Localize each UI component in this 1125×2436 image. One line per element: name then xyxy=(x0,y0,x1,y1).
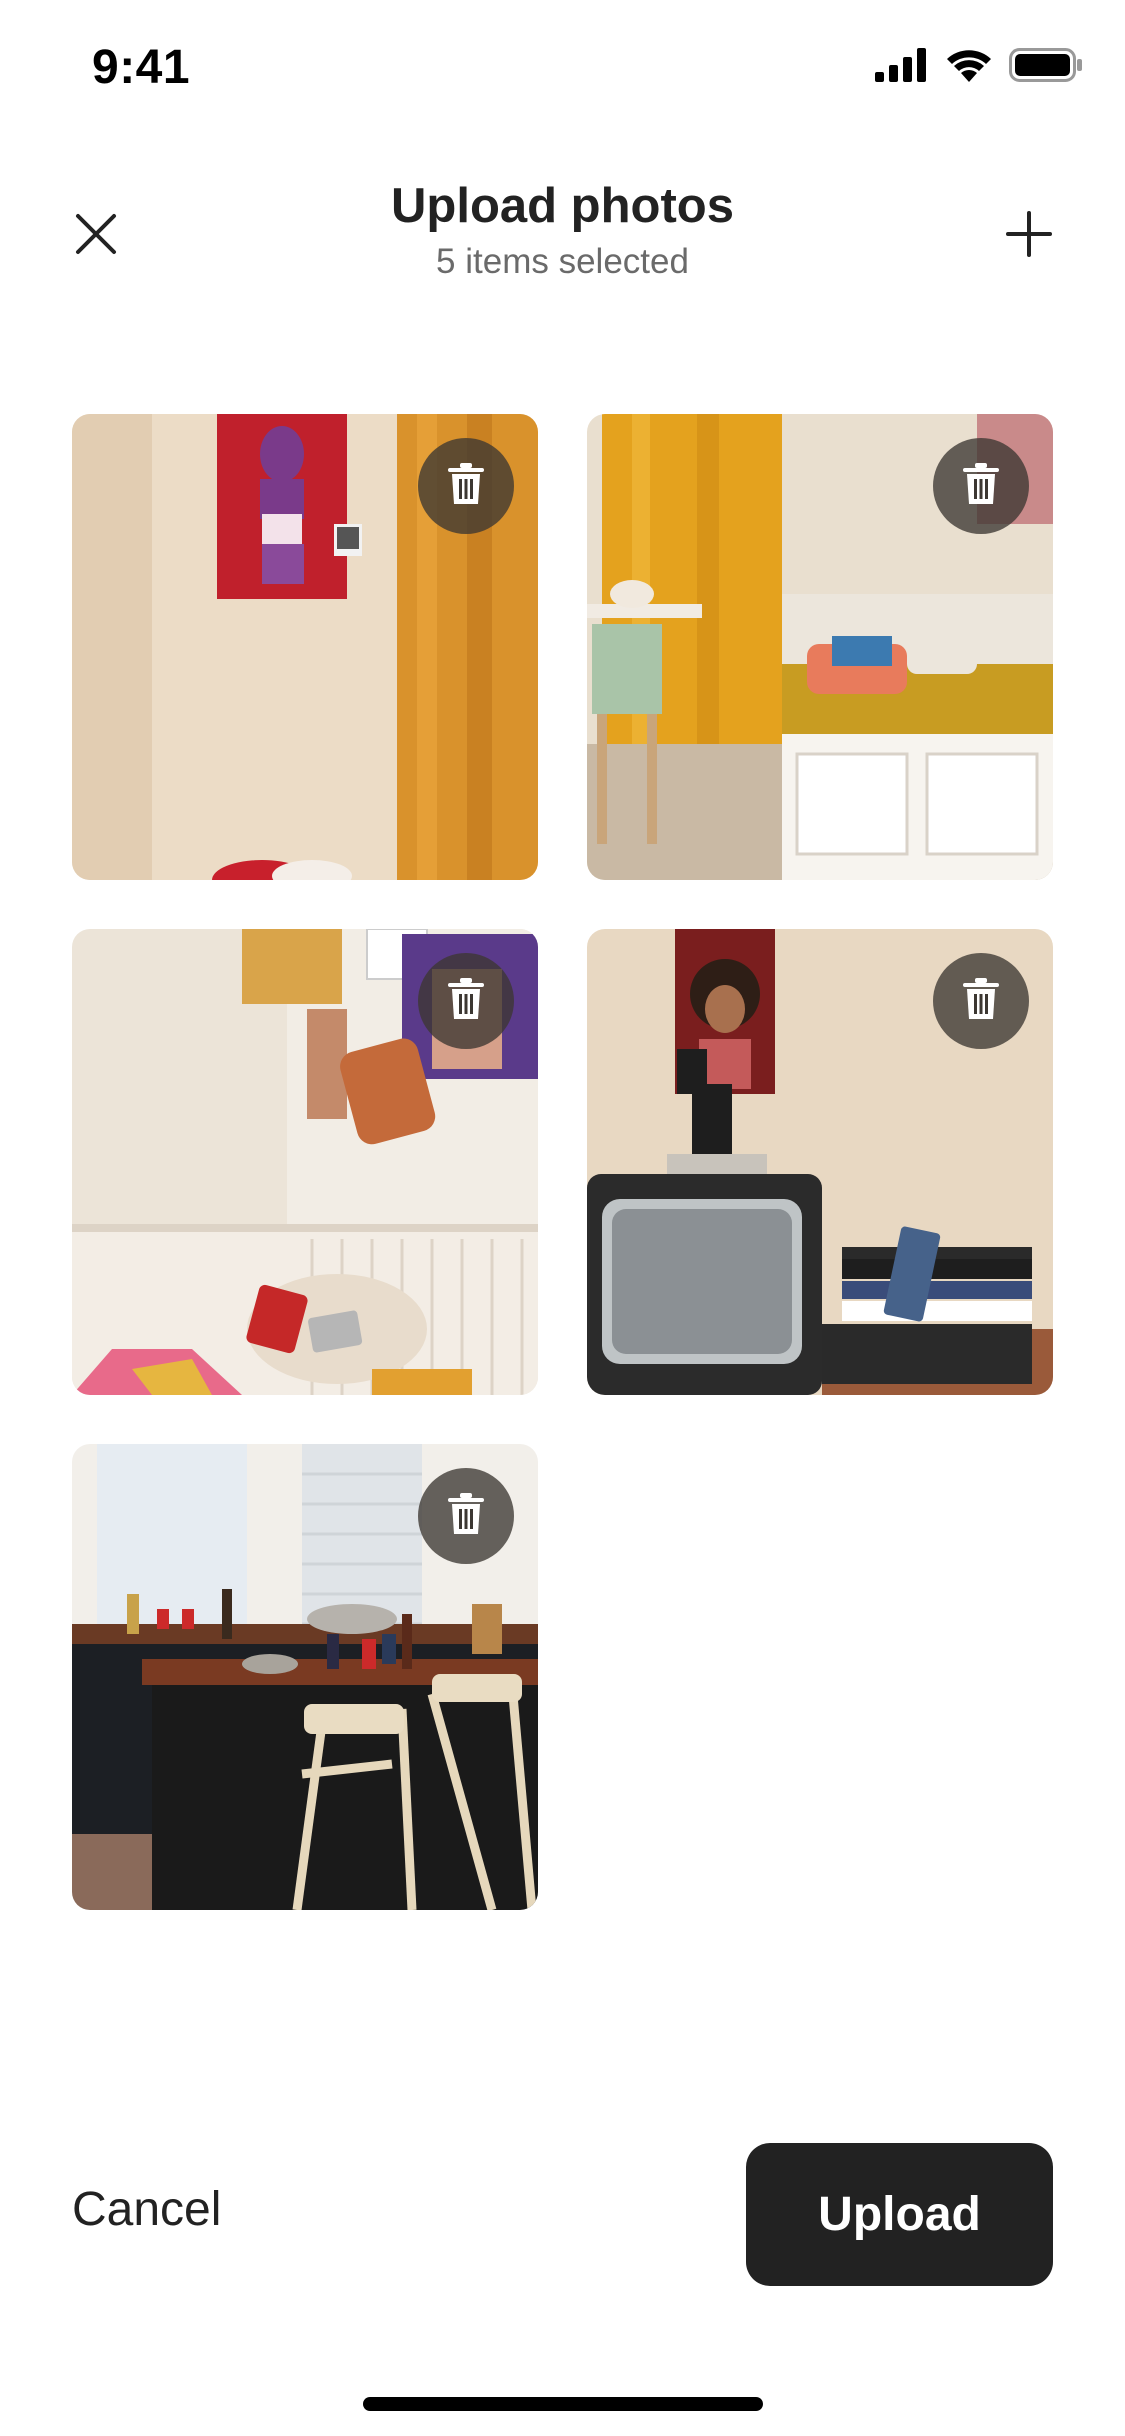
add-photo-button[interactable] xyxy=(993,200,1065,272)
selection-count: 5 items selected xyxy=(436,242,689,281)
delete-photo-button[interactable] xyxy=(933,438,1029,534)
plus-icon xyxy=(1005,210,1053,263)
battery-icon xyxy=(1009,48,1083,87)
cancel-button[interactable]: Cancel xyxy=(72,2182,221,2237)
photo-thumbnail-5[interactable] xyxy=(72,1444,538,1910)
photo-thumbnail-1[interactable] xyxy=(72,414,538,880)
cellular-signal-icon xyxy=(875,48,929,87)
trash-icon xyxy=(446,1492,486,1541)
trash-icon xyxy=(446,977,486,1026)
delete-photo-button[interactable] xyxy=(418,438,514,534)
trash-icon xyxy=(961,462,1001,511)
trash-icon xyxy=(446,462,486,511)
status-time: 9:41 xyxy=(92,41,191,94)
status-bar: 9:41 xyxy=(0,0,1125,132)
status-icons xyxy=(875,48,1083,87)
delete-photo-button[interactable] xyxy=(418,953,514,1049)
delete-photo-button[interactable] xyxy=(418,1468,514,1564)
upload-button[interactable]: Upload xyxy=(746,2143,1053,2286)
wifi-icon xyxy=(945,48,993,87)
header: Upload photos 5 items selected xyxy=(0,170,1125,310)
trash-icon xyxy=(961,977,1001,1026)
delete-photo-button[interactable] xyxy=(933,953,1029,1049)
home-indicator xyxy=(363,2397,763,2411)
photo-thumbnail-4[interactable] xyxy=(587,929,1053,1395)
photo-thumbnail-2[interactable] xyxy=(587,414,1053,880)
page-title: Upload photos xyxy=(391,179,734,233)
photo-thumbnail-3[interactable] xyxy=(72,929,538,1395)
